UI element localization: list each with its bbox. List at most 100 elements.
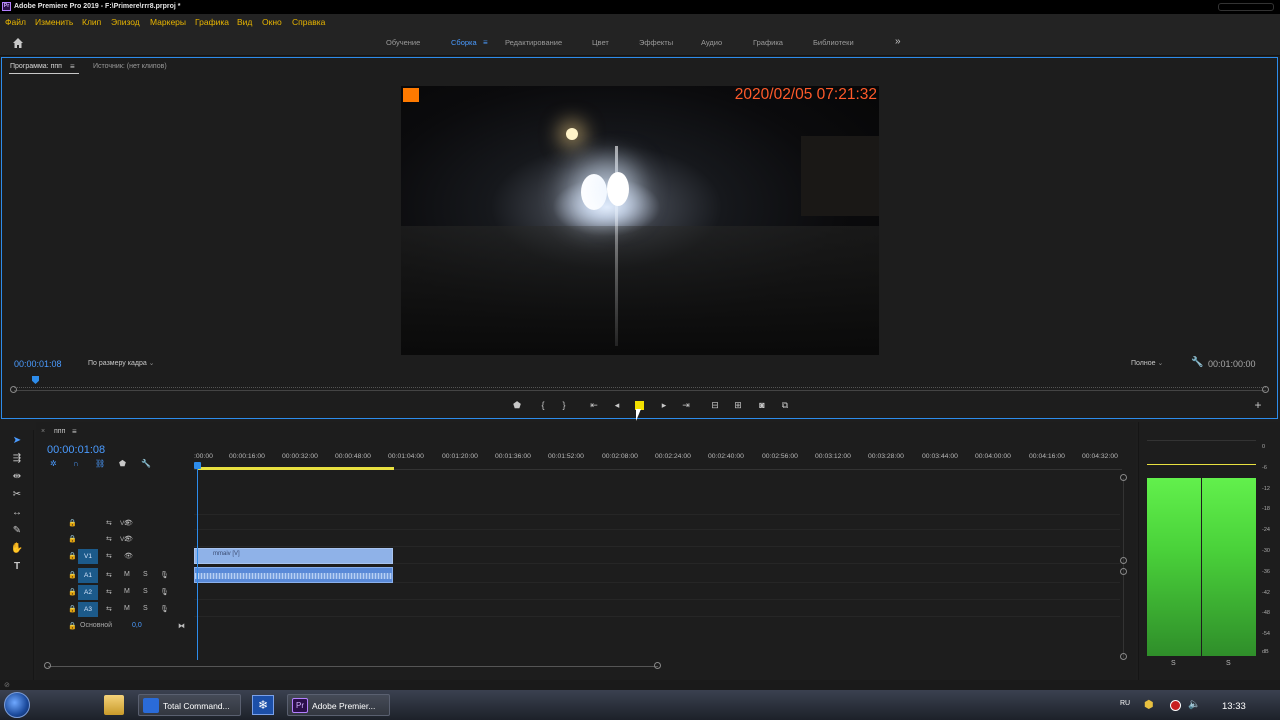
scroll-handle[interactable] [1120,568,1127,575]
marker-icon[interactable]: ⬟ [511,400,523,411]
solo-button[interactable]: S [143,588,148,595]
scroll-handle[interactable] [1120,557,1127,564]
menu-window[interactable]: Окно [262,17,282,27]
folder-icon[interactable] [104,695,124,715]
workspace-menu-icon[interactable]: ≡ [483,38,488,47]
track-row-a2[interactable] [194,584,1120,600]
timeline-playhead[interactable] [197,462,198,660]
program-zoom-scrollbar[interactable] [14,390,1266,391]
tab-program[interactable]: Программа: ппп [10,63,62,70]
sync-lock-icon[interactable]: ⇆ [106,519,112,527]
ripple-edit-tool-icon[interactable]: ⇹ [10,470,24,484]
close-tab-icon[interactable]: × [41,428,45,435]
zoom-handle-right[interactable] [654,662,661,669]
menu-markers[interactable]: Маркеры [150,17,186,27]
extract-icon[interactable]: ⊞ [732,400,744,411]
lock-icon[interactable]: 🔒 [68,519,77,527]
taskbar-adobe-premiere[interactable]: Pr Adobe Premier... [287,694,390,716]
go-to-out-icon[interactable]: ⇥ [680,400,692,411]
work-area-bar[interactable] [198,467,394,470]
workspace-audio[interactable]: Аудио [701,38,722,47]
sync-lock-icon[interactable]: ⇆ [106,571,112,579]
track-select-tool-icon[interactable]: ⇶ [10,452,24,466]
track-row-v2[interactable] [194,531,1120,547]
tray-app-icon[interactable]: ⬢ [1144,698,1154,711]
timeline-timecode[interactable]: 00:00:01:08 [47,444,105,456]
export-frame-icon[interactable]: ◙ [756,400,768,410]
menu-sequence[interactable]: Эпизод [111,17,140,27]
menu-help[interactable]: Справка [292,17,325,27]
eye-icon[interactable]: 👁 [124,552,133,560]
panel-menu-icon[interactable]: ≡ [70,62,75,71]
wrench-icon[interactable]: 🔧 [1191,357,1203,368]
zoom-handle-right[interactable] [1262,386,1269,393]
workspace-editing[interactable]: Редактирование [505,38,562,47]
sync-lock-icon[interactable]: ⇆ [106,588,112,596]
type-tool-icon[interactable]: T [10,560,24,574]
record-tray-icon[interactable] [1170,700,1181,711]
workspace-assembly[interactable]: Сборка [451,38,477,47]
sync-lock-icon[interactable]: ⇆ [106,552,112,560]
selection-tool-icon[interactable]: ➤ [10,434,24,448]
track-row-v3[interactable] [194,514,1120,530]
mark-in-icon[interactable]: { [537,400,549,410]
language-indicator[interactable]: RU [1120,700,1130,707]
timeline-settings-icon[interactable]: 🔧 [141,459,151,468]
menu-view[interactable]: Вид [237,17,252,27]
track-label-a3[interactable]: A3 [78,602,98,617]
video-clip[interactable]: mmaiv [V] [194,548,393,564]
mute-button[interactable]: M [124,588,130,595]
solo-button[interactable]: S [143,571,148,578]
video-frame[interactable]: 2020/02/05 07:21:32 [401,86,879,355]
microphone-icon[interactable]: 🎙 [160,605,169,613]
master-expand-icon[interactable]: ⧓ [178,622,185,630]
taskbar-total-commander[interactable]: Total Command... [138,694,241,716]
solo-button[interactable]: S [143,605,148,612]
sequence-menu-icon[interactable]: ≡ [72,427,77,436]
program-current-timecode[interactable]: 00:00:01:08 [14,359,62,369]
track-label-a2[interactable]: A2 [78,585,98,600]
menu-file[interactable]: Файл [5,17,26,27]
lock-icon[interactable]: 🔒 [68,588,77,596]
pen-tool-icon[interactable]: ✎ [10,524,24,538]
lock-icon[interactable]: 🔒 [68,535,77,543]
linked-selection-icon[interactable]: ⛓ [95,459,105,468]
lock-icon[interactable]: 🔒 [68,605,77,613]
workspace-learning[interactable]: Обучение [386,38,420,47]
snap-icon[interactable]: ∩ [73,459,79,468]
step-forward-icon[interactable]: ▸ [658,400,670,411]
lift-icon[interactable]: ⊟ [709,400,721,411]
step-back-icon[interactable]: ◂ [611,400,623,411]
menu-clip[interactable]: Клип [82,17,101,27]
slip-tool-icon[interactable]: ↔ [10,506,24,520]
microphone-icon[interactable]: 🎙 [160,588,169,596]
scroll-handle[interactable] [1120,474,1127,481]
double-chevron-right-icon[interactable]: » [895,36,901,47]
menu-graphics[interactable]: Графика [195,17,229,27]
workspace-graphics[interactable]: Графика [753,38,783,47]
sequence-tab[interactable]: ппп [54,428,65,435]
sync-lock-icon[interactable]: ⇆ [106,535,112,543]
workspace-libraries[interactable]: Библиотеки [813,38,854,47]
window-controls[interactable] [1218,3,1274,11]
sync-lock-icon[interactable]: ⇆ [106,605,112,613]
tab-source[interactable]: Источник: (нет клипов) [93,63,167,70]
home-icon[interactable] [12,37,24,49]
add-button[interactable]: + [1252,398,1264,412]
track-label-a1[interactable]: A1 [78,568,98,583]
compare-icon[interactable]: ⧉ [779,400,791,411]
hand-tool-icon[interactable]: ✋ [10,542,24,556]
quality-dropdown[interactable]: Полное [1131,359,1163,367]
lock-icon[interactable]: 🔒 [68,622,77,630]
meter-solo-right[interactable]: S [1226,660,1231,667]
eye-icon[interactable]: 👁 [124,535,133,543]
audio-clip[interactable] [194,567,393,583]
menu-edit[interactable]: Изменить [35,17,73,27]
mark-out-icon[interactable]: } [558,400,570,410]
microphone-icon[interactable]: 🎙 [160,571,169,579]
mute-button[interactable]: M [124,605,130,612]
fit-dropdown[interactable]: По размеру кадра [88,359,155,367]
master-volume[interactable]: 0,0 [132,622,142,629]
volume-icon[interactable]: 🔈 [1188,699,1200,710]
mute-button[interactable]: M [124,571,130,578]
